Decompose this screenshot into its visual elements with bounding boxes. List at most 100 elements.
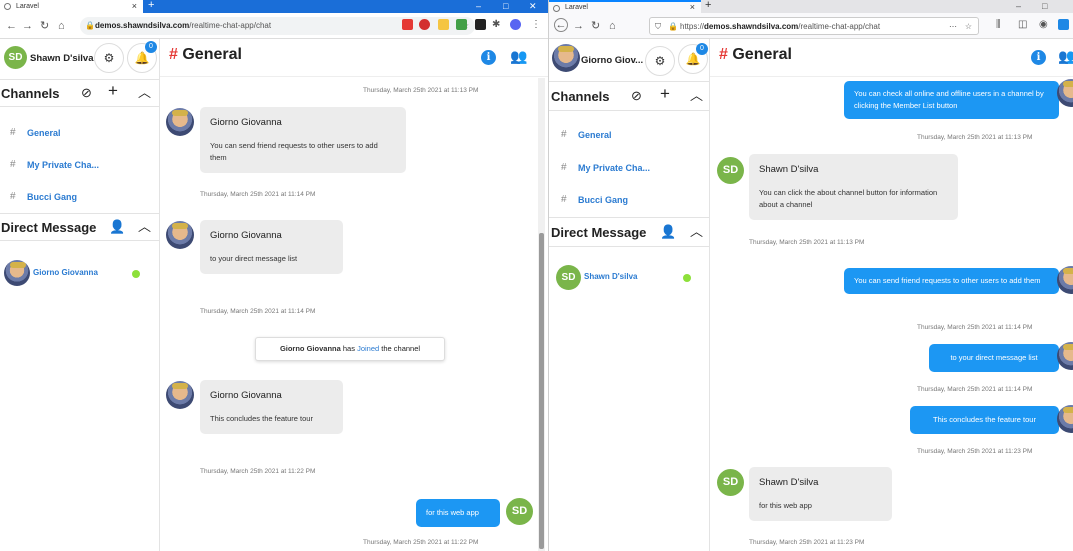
profile-icon[interactable] [510, 19, 521, 30]
gear-icon: ⚙ [103, 51, 115, 65]
channel-title: # General [169, 46, 242, 63]
sidebar: Giorno Giov... ⚙ 🔔 0 Channels ⊘ + ︿ # Ge… [549, 39, 710, 551]
user-bar: SD Shawn D'silva ⚙ 🔔 0 [0, 39, 159, 77]
message-bubble: Shawn D'silva You can click the about ch… [749, 154, 958, 220]
back-icon[interactable]: ← [554, 18, 568, 32]
timestamp: Thursday, March 25th 2021 at 11:14 PM [917, 324, 1033, 331]
maximize-icon[interactable]: □ [503, 0, 508, 13]
notification-badge: 0 [145, 41, 157, 53]
maximize-icon[interactable]: □ [1042, 0, 1047, 13]
chevron-up-icon[interactable]: ︿ [138, 85, 151, 101]
tab-strip: Laravel × + – □ ✕ [0, 0, 548, 13]
new-tab-button[interactable]: + [705, 0, 711, 12]
hash-icon: # [10, 191, 16, 202]
extension-icon[interactable] [475, 19, 486, 30]
minimize-icon[interactable]: – [1016, 0, 1021, 13]
channel-title: # General [719, 46, 792, 63]
channel-item[interactable]: # Bucci Gang [0, 187, 159, 207]
address-bar[interactable]: 🔒 demos.shawndsilva.com/realtime-chat-ap… [80, 17, 475, 35]
url-path: /realtime-chat-app/chat [798, 22, 881, 31]
chat-main: # General i 👥 Thursday, March 25th 2021 … [160, 39, 548, 551]
menu-icon[interactable]: ⋮ [531, 19, 541, 31]
chevron-up-icon[interactable]: ︿ [690, 88, 703, 104]
users-icon[interactable]: 👥 [510, 48, 527, 65]
library-icon[interactable]: ⫼ [996, 19, 1001, 31]
extension-icon[interactable] [1058, 19, 1069, 30]
compass-icon[interactable]: ⊘ [631, 88, 642, 104]
puzzle-icon[interactable]: ✱ [492, 19, 500, 31]
close-tab-icon[interactable]: × [132, 0, 137, 13]
dm-user-name: Shawn D'silva [584, 272, 638, 281]
avatar [1057, 79, 1073, 107]
scrollbar-thumb[interactable] [539, 233, 544, 549]
channel-item[interactable]: # General [0, 123, 159, 143]
avatar[interactable]: SD [4, 46, 27, 69]
avatar[interactable] [552, 44, 580, 72]
avatar [1057, 266, 1073, 294]
dm-item[interactable]: SD Shawn D'silva [549, 263, 709, 293]
users-icon[interactable]: 👥 [1058, 48, 1073, 65]
user-plus-icon[interactable]: 👤 [109, 219, 125, 235]
minimize-icon[interactable]: – [476, 0, 481, 13]
channels-heading: Channels [551, 89, 610, 104]
timestamp: Thursday, March 25th 2021 at 11:13 PM [749, 239, 865, 246]
message-bubble-outgoing: You can send friend requests to other us… [844, 268, 1059, 294]
browser-window-left: Laravel × + – □ ✕ ← → ↻ ⌂ 🔒 demos.shawnd… [0, 0, 548, 551]
forward-icon[interactable]: → [22, 19, 33, 33]
channel-item[interactable]: # My Private Cha... [0, 155, 159, 175]
address-bar[interactable]: ⛉ 🔒 https://demos.shawndsilva.com/realti… [649, 17, 979, 35]
avatar [166, 381, 194, 409]
dm-item[interactable]: Giorno Giovanna [0, 259, 159, 289]
hash-icon: # [10, 159, 16, 170]
bookmark-star-icon[interactable]: ☆ [965, 18, 972, 34]
user-plus-icon[interactable]: 👤 [660, 224, 676, 240]
info-icon[interactable]: i [481, 50, 496, 65]
message-text: for this web app [759, 501, 812, 510]
message-text: for this web app [426, 508, 479, 517]
extension-icon[interactable] [438, 19, 449, 30]
back-icon[interactable]: ← [6, 19, 17, 33]
browser-tab[interactable]: Laravel × [0, 0, 143, 13]
sender-name: Giorno Giovanna [210, 390, 282, 401]
message-bubble: Shawn D'silva for this web app [749, 467, 892, 521]
sidebar-icon[interactable]: ◫ [1018, 19, 1027, 31]
avatar: SD [556, 265, 581, 290]
home-icon[interactable]: ⌂ [609, 19, 616, 33]
channel-item[interactable]: # My Private Cha... [549, 158, 709, 178]
browser-tab[interactable]: Laravel × [549, 0, 701, 13]
avatar [1057, 342, 1073, 370]
close-window-icon[interactable]: ✕ [529, 0, 537, 13]
reload-icon[interactable]: ↻ [40, 19, 49, 33]
sidebar: SD Shawn D'silva ⚙ 🔔 0 Channels ⊘ + ︿ # … [0, 39, 160, 551]
tab-title: Laravel [16, 3, 39, 10]
hash-icon: # [561, 162, 567, 173]
reload-icon[interactable]: ↻ [591, 19, 600, 33]
extension-icon[interactable] [456, 19, 467, 30]
settings-button[interactable]: ⚙ [94, 43, 124, 73]
user-name: Shawn D'silva [30, 53, 94, 64]
browser-window-right: Laravel × + – □ ← → ↻ ⌂ ⛉ 🔒 https://demo… [548, 0, 1073, 551]
extension-icon[interactable] [402, 19, 413, 30]
adblock-icon[interactable] [419, 19, 430, 30]
close-tab-icon[interactable]: × [690, 2, 695, 13]
channel-item[interactable]: # Bucci Gang [549, 190, 709, 210]
page-actions-icon[interactable]: ⋯ [949, 18, 958, 34]
plus-icon[interactable]: + [108, 82, 118, 99]
channel-item[interactable]: # General [549, 125, 709, 145]
chevron-up-icon[interactable]: ︿ [690, 224, 703, 240]
account-icon[interactable]: ◉ [1039, 19, 1048, 31]
compass-icon[interactable]: ⊘ [81, 85, 92, 101]
home-icon[interactable]: ⌂ [58, 19, 65, 33]
forward-icon[interactable]: → [573, 19, 584, 33]
direct-message-header: Direct Message 👤 ︿ [549, 217, 709, 247]
plus-icon[interactable]: + [660, 85, 670, 102]
info-icon[interactable]: i [1031, 50, 1046, 65]
channel-name: My Private Cha... [27, 160, 100, 170]
system-user: Giorno Giovanna [279, 344, 341, 353]
url-host: demos.shawndsilva.com [704, 22, 799, 31]
url-path: /realtime-chat-app/chat [189, 21, 272, 30]
settings-button[interactable]: ⚙ [645, 46, 675, 76]
new-tab-button[interactable]: + [148, 0, 154, 12]
user-name: Giorno Giov... [581, 55, 644, 66]
chevron-up-icon[interactable]: ︿ [138, 219, 151, 235]
